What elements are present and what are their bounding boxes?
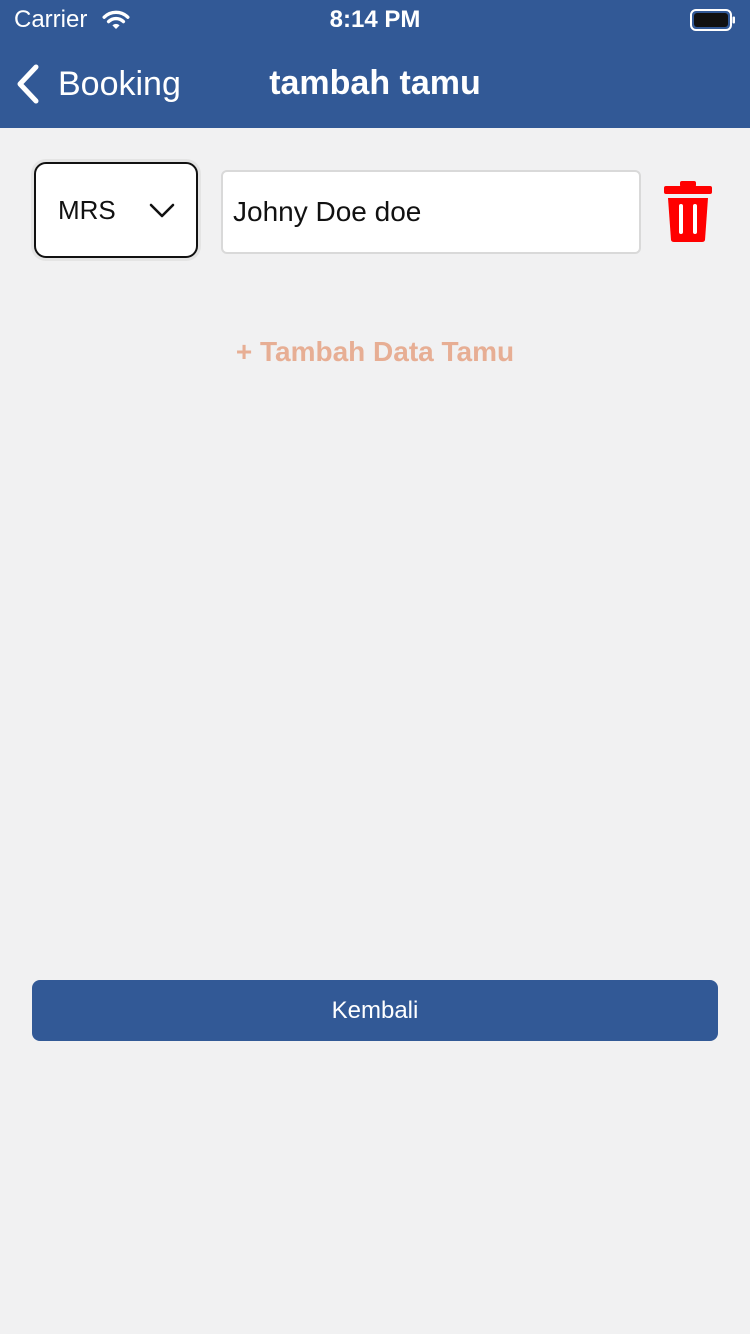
trash-icon: [664, 181, 712, 242]
top-bar: Carrier 8:14 PM Booking tambah tamu: [0, 0, 750, 128]
chevron-down-icon: [149, 203, 175, 218]
delete-guest-button[interactable]: [660, 178, 716, 244]
battery-icon: [690, 9, 736, 31]
add-guest-data-link[interactable]: + Tambah Data Tamu: [0, 336, 750, 368]
page-title: tambah tamu: [269, 64, 481, 102]
guest-name-input[interactable]: [221, 170, 641, 254]
status-time: 8:14 PM: [329, 6, 421, 33]
salutation-dropdown[interactable]: MRS: [34, 162, 198, 258]
status-bar: Carrier 8:14 PM: [0, 0, 750, 40]
salutation-value: MRS: [58, 194, 116, 225]
navigation-bar: Booking tambah tamu: [0, 40, 750, 128]
kembali-button[interactable]: Kembali: [32, 980, 718, 1041]
